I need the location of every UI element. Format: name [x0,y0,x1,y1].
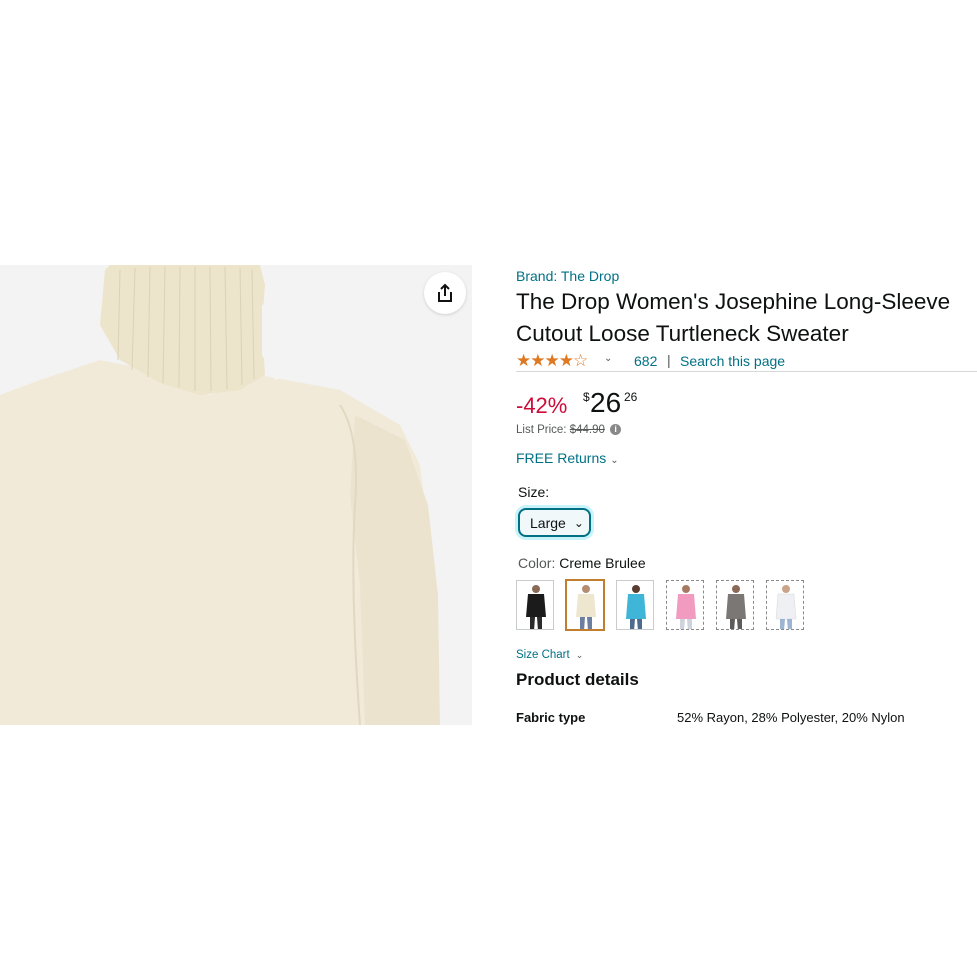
size-label: Size: [518,484,550,500]
chevron-down-icon: ⌄ [573,515,584,530]
color-row: Color: Creme Brulee [518,555,646,571]
product-title: The Drop Women's Josephine Long-Sleeve C… [516,286,977,350]
star-icon: ★ [558,351,574,370]
star-rating[interactable]: ★★★★☆ [516,351,588,371]
color-swatch-pink[interactable] [666,580,704,630]
free-returns-label: FREE Returns [516,450,607,466]
color-swatch-blue[interactable] [616,580,654,630]
star-icon: ★ [516,351,531,370]
swatch-thumbnail [717,581,753,629]
list-price: List Price: $44.90 i [516,424,622,436]
swatch-thumbnail [567,581,603,629]
star-icon: ★ [544,351,560,370]
price-whole: 26 [590,387,622,418]
color-swatch-black[interactable] [516,580,554,630]
rating-count-link[interactable]: 682 [634,353,657,369]
swatch-thumbnail [667,581,703,629]
color-swatch-white[interactable] [766,580,804,630]
star-empty-icon: ☆ [573,351,588,370]
discount-percent: -42% [516,393,568,418]
chevron-down-icon: ⌄ [575,650,584,660]
product-image[interactable] [0,265,472,725]
price-fraction: 26 [624,390,638,404]
color-swatch-grey[interactable] [716,580,754,630]
price-currency: $ [583,390,590,404]
size-selected-value: Large [530,514,566,531]
star-icon: ★ [530,351,545,370]
info-icon[interactable]: i [610,424,622,436]
sweater-image [0,265,472,725]
share-icon [438,283,452,302]
product-title-line1: The Drop Women's Josephine Long-Sleeve [516,289,951,314]
share-button[interactable] [424,272,466,314]
fabric-type-value: 52% Rayon, 28% Polyester, 20% Nylon [677,710,905,725]
search-this-page-link[interactable]: Search this page [680,353,785,369]
list-price-value: $44.90 [569,424,605,436]
color-swatch-creme-brulee[interactable] [566,580,604,630]
size-chart-link[interactable]: Size Chart ⌄ [516,649,583,661]
swatch-thumbnail [517,581,553,629]
fabric-type-key: Fabric type [516,710,586,725]
chevron-down-icon[interactable]: ⌄ [604,353,612,364]
size-chart-label: Size Chart [516,649,570,661]
product-title-line2: Cutout Loose Turtleneck Sweater [516,321,849,346]
list-price-label: List Price: [516,424,567,436]
chevron-down-icon: ⌄ [610,455,619,466]
rating-separator: | [667,352,671,368]
brand-link[interactable]: Brand: The Drop [516,268,619,284]
swatch-thumbnail [767,581,803,629]
free-returns-link[interactable]: FREE Returns ⌄ [516,450,619,466]
swatch-thumbnail [617,581,653,629]
color-selected-value: Creme Brulee [559,555,646,571]
rating-row: ★★★★☆ ⌄ 682 | Search this page [516,351,977,372]
size-dropdown[interactable]: Large ⌄ [518,508,591,537]
product-details-heading: Product details [516,670,639,689]
color-label: Color: [518,555,556,571]
